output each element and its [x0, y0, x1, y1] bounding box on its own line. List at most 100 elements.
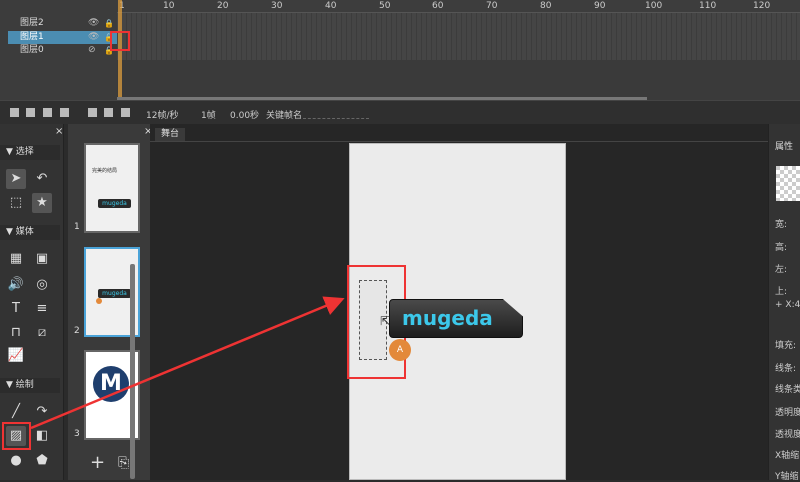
layer-row[interactable]: 图层2 👁 🔒	[8, 17, 117, 30]
subselect-tool-icon[interactable]: ↶	[32, 169, 52, 189]
copy-icon[interactable]	[60, 108, 69, 117]
close-icon[interactable]: ×	[55, 126, 63, 137]
new-layer-icon[interactable]	[10, 108, 19, 117]
delete-icon[interactable]	[43, 108, 52, 117]
star-tool-icon[interactable]: ★	[32, 193, 52, 213]
prop-perspective-label: 透视度	[775, 430, 800, 440]
prop-height-label: 高:	[775, 243, 788, 253]
ruler-tick-label: 60	[432, 1, 444, 11]
polygon-tool-icon[interactable]: ⬟	[32, 451, 52, 471]
cursor-icon: ⇱	[380, 314, 391, 328]
add-page-button[interactable]: +	[90, 452, 105, 473]
fill-swatch[interactable]	[776, 166, 800, 201]
transform-tool-icon[interactable]: ⬚	[6, 193, 26, 213]
ruler-tick-label: 70	[486, 1, 498, 11]
section-header-draw[interactable]: ▼ 绘制	[0, 378, 60, 393]
thumbnail-logo-circle: M	[93, 366, 129, 402]
tab-stage[interactable]: 舞台	[155, 128, 185, 141]
animation-badge[interactable]: A	[389, 339, 411, 361]
section-label: 媒体	[15, 227, 34, 237]
chart-icon[interactable]: 📈	[6, 346, 26, 366]
mugeda-logo-button[interactable]: mugeda	[389, 299, 523, 338]
prop-width-label: 宽:	[775, 220, 788, 230]
audio-icon[interactable]: 🔊	[6, 275, 26, 295]
page-number: 1	[74, 222, 80, 232]
circle-tool-icon[interactable]: ●	[6, 451, 26, 471]
paragraph-icon[interactable]: ≡	[32, 299, 52, 319]
eye-icon[interactable]: 👁	[88, 17, 99, 30]
page-thumbnail[interactable]: 完美的结局 mugeda	[84, 143, 140, 233]
tool-highlight-box	[2, 422, 31, 450]
timeline-status-bar: 12帧/秒 1帧 0.00秒 关键帧名	[0, 100, 800, 124]
prop-fill-label: 填充:	[775, 341, 797, 351]
ruler-tick-label: 10	[163, 1, 175, 11]
layers-pane: 图层2 👁 🔒 图层1 👁 🔒 图层0 ⊘ 🔒	[0, 0, 117, 100]
keyframe-name-input[interactable]	[303, 118, 369, 119]
ruler-tick-label: 40	[325, 1, 337, 11]
section-label: 绘制	[15, 380, 34, 390]
thumbnail-badge	[96, 298, 102, 304]
slideshow-icon[interactable]: ⊓	[6, 323, 26, 343]
badge-text: A	[396, 345, 404, 355]
section-header-media[interactable]: ▼ 媒体	[0, 225, 60, 240]
properties-title: 属性	[775, 142, 794, 152]
keyframe-highlight-box	[110, 31, 130, 51]
time-readout: 0.00秒	[230, 111, 260, 121]
insert-keyframe-icon[interactable]	[104, 108, 113, 117]
page-number: 2	[74, 326, 80, 336]
frames-empty-area	[117, 60, 800, 100]
prop-top-label: 上:	[775, 287, 788, 297]
logo-text: mugeda	[402, 306, 493, 330]
section-header-select[interactable]: ▼ 选择	[0, 145, 60, 160]
keyframe-name-label: 关键帧名	[266, 111, 303, 121]
prop-opacity-label: 透明度	[775, 408, 800, 418]
text-icon[interactable]: T	[6, 299, 26, 319]
folder-icon[interactable]	[26, 108, 35, 117]
insert-frame-icon[interactable]	[88, 108, 97, 117]
prop-scalex-label: X轴缩	[775, 451, 800, 461]
layer-row[interactable]: 图层0 ⊘ 🔒	[8, 44, 117, 57]
tab-label: 舞台	[160, 129, 179, 139]
delete-frame-icon[interactable]	[121, 108, 130, 117]
ruler-tick-label: 50	[379, 1, 391, 11]
ruler-tick-label: 100	[645, 1, 663, 11]
select-tool-icon[interactable]: ➤	[6, 169, 26, 189]
layer-name: 图层1	[20, 32, 44, 42]
thumbnail-logo: mugeda	[98, 199, 131, 208]
rounded-rect-tool-icon[interactable]: ◧	[32, 426, 52, 446]
prop-left-label: 左:	[775, 265, 788, 275]
prop-scaley-label: Y轴缩	[775, 472, 799, 482]
layer-name: 图层2	[20, 18, 44, 28]
ruler-tick-label: 80	[540, 1, 552, 11]
grid-icon[interactable]: ▦	[6, 249, 26, 269]
lock-icon[interactable]: 🔒	[104, 17, 114, 30]
pages-panel: × 完美的结局 mugeda 1 mugeda 2 M 3 + ⎘	[68, 124, 152, 480]
ruler-tick-label: 110	[699, 1, 717, 11]
curve-tool-icon[interactable]: ↷	[32, 402, 52, 422]
image-icon[interactable]: ▣	[32, 249, 52, 269]
ruler-tick-label: 20	[217, 1, 229, 11]
eye-hidden-icon[interactable]: ⊘	[88, 44, 96, 57]
eye-icon[interactable]: 👁	[88, 31, 99, 44]
frame-readout: 1帧	[201, 111, 216, 121]
layer-name: 图层0	[20, 45, 44, 55]
pages-scrollbar[interactable]	[130, 264, 135, 479]
video-icon[interactable]: ◎	[32, 275, 52, 295]
ruler-tick-label: 90	[594, 1, 606, 11]
frames-grid[interactable]	[117, 13, 800, 60]
ruler-tick-label: 120	[753, 1, 771, 11]
layer-row-selected[interactable]: 图层1 👁 🔒	[8, 31, 117, 44]
thumbnail-heading: 完美的结局	[92, 168, 118, 174]
page-number: 3	[74, 429, 80, 439]
ruler-tick-label: 30	[271, 1, 283, 11]
prop-stroke-type-label: 线条类	[775, 385, 800, 395]
code-icon[interactable]: ⧄	[32, 323, 52, 343]
tab-bar-divider	[150, 141, 768, 142]
prop-x-label: + X:4	[775, 300, 800, 310]
line-tool-icon[interactable]: ╱	[6, 402, 26, 422]
timeline-ruler[interactable]: 1 10 20 30 40 50 60 70 80 90 100 110 120	[117, 0, 800, 13]
prop-stroke-label: 线条:	[775, 364, 797, 374]
duplicate-page-icon[interactable]: ⎘	[118, 455, 129, 471]
thumbnail-logo: mugeda	[98, 289, 131, 298]
fps-readout[interactable]: 12帧/秒	[146, 108, 179, 121]
